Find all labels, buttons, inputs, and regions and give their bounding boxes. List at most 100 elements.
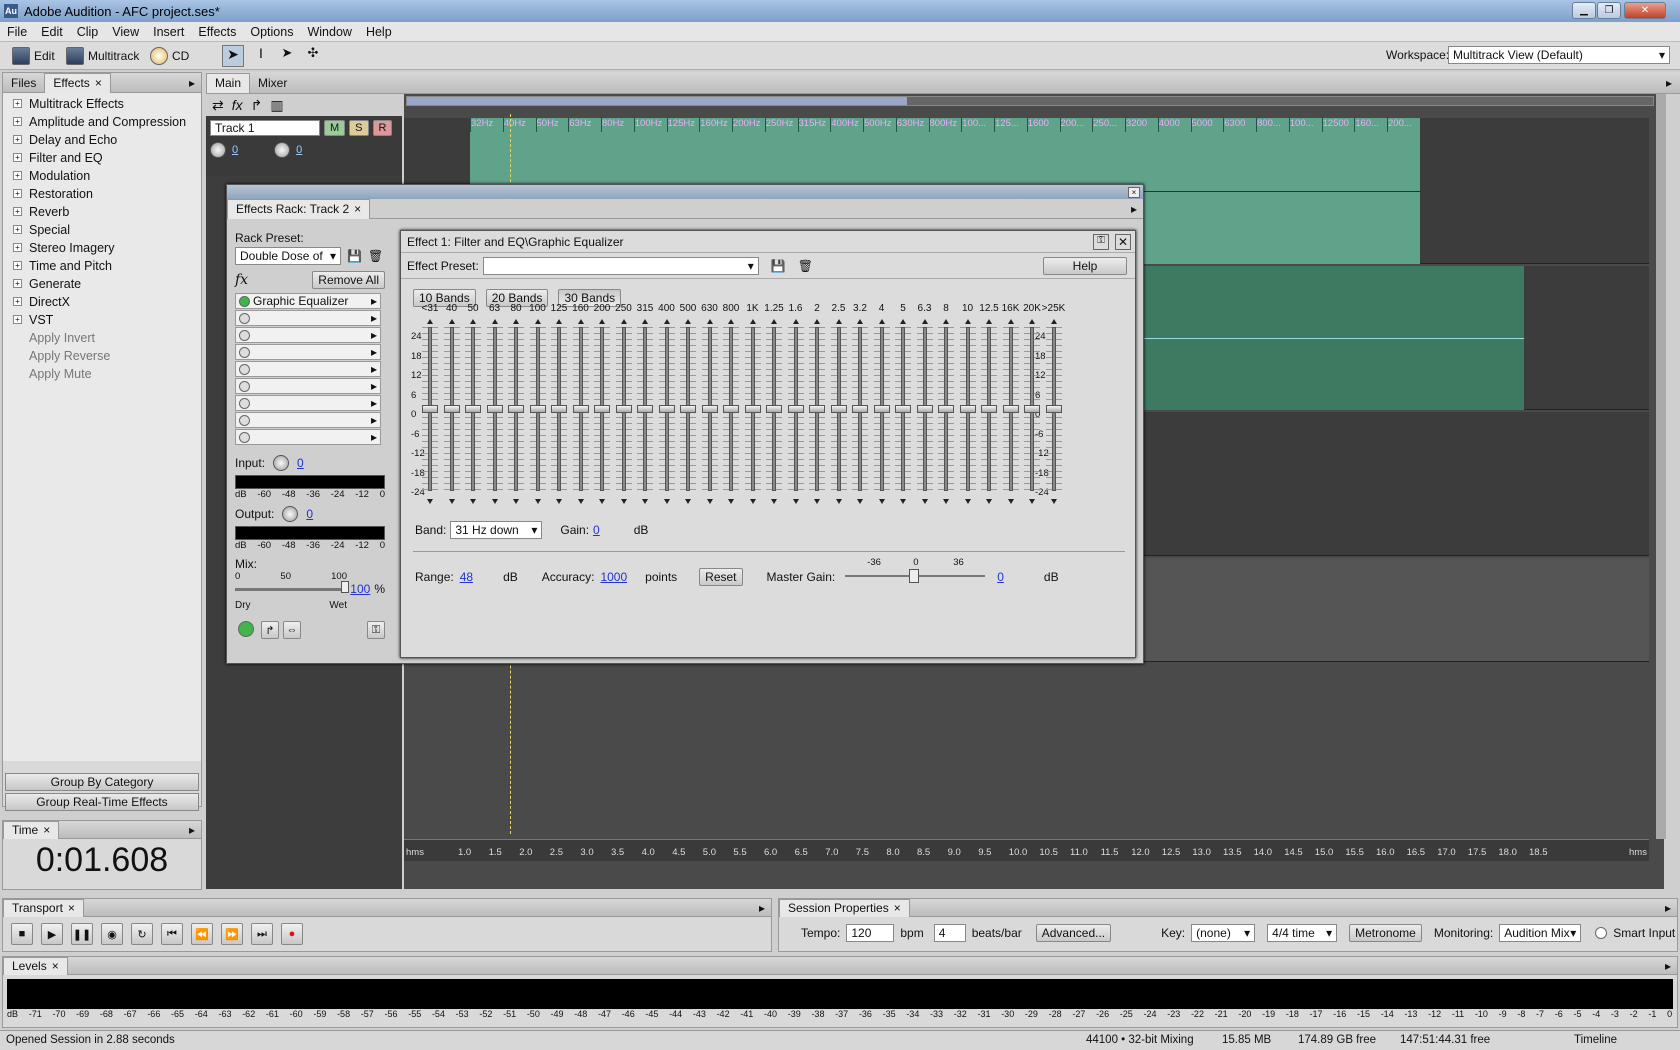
eq-band-thumb[interactable]	[508, 405, 524, 413]
tab-transport[interactable]: Transport ×	[3, 898, 84, 917]
volume-value[interactable]: 0	[232, 144, 238, 156]
eq-band-slider[interactable]	[658, 327, 675, 491]
eq-band-slider[interactable]	[873, 327, 890, 491]
effect-category-item[interactable]: + Delay and Echo	[3, 131, 201, 149]
eq-band-thumb[interactable]	[594, 405, 610, 413]
eq-band-thumb[interactable]	[744, 405, 761, 413]
eq-band-thumb[interactable]	[615, 405, 632, 413]
eq-band-thumb[interactable]	[873, 405, 890, 413]
eq-band-thumb[interactable]	[465, 405, 481, 413]
eq-band-thumb[interactable]	[830, 405, 847, 413]
eq-band-thumb[interactable]	[637, 405, 653, 413]
close-icon[interactable]: ×	[95, 76, 102, 90]
effect-category-item[interactable]: Apply Reverse	[3, 347, 201, 365]
effect-category-item[interactable]: + VST	[3, 311, 201, 329]
minimize-icon[interactable]: ▁	[1572, 2, 1596, 19]
swap-icon[interactable]: ⇄	[212, 97, 224, 114]
panel-menu-icon[interactable]: ▸	[759, 901, 765, 915]
move-tool-icon[interactable]: ➤	[222, 45, 244, 67]
menu-edit[interactable]: Edit	[34, 25, 70, 39]
close-icon[interactable]: ×	[1128, 187, 1140, 198]
lock-icon[interactable]: ⚿	[367, 621, 385, 639]
expand-icon[interactable]: +	[13, 135, 22, 144]
effect-category-item[interactable]: Apply Invert	[3, 329, 201, 347]
stop-icon[interactable]: ■	[11, 923, 33, 945]
eq-band-slider[interactable]	[1002, 327, 1019, 491]
eq-band-thumb[interactable]	[529, 405, 546, 413]
close-icon[interactable]: ×	[894, 901, 901, 915]
input-gain-knob[interactable]	[273, 455, 290, 471]
eq-band-slider[interactable]	[916, 327, 933, 491]
eq-band-thumb[interactable]	[938, 405, 954, 413]
reset-button[interactable]: Reset	[699, 568, 743, 586]
eq-band-slider[interactable]	[637, 327, 653, 491]
panel-menu-icon[interactable]: ▸	[189, 76, 195, 90]
expand-icon[interactable]: +	[13, 279, 22, 288]
eq-band-slider[interactable]	[1024, 327, 1040, 491]
mix-value[interactable]: 100	[350, 582, 370, 596]
effect-category-item[interactable]: + Reverb	[3, 203, 201, 221]
expand-icon[interactable]: +	[13, 171, 22, 180]
volume-knob[interactable]	[210, 142, 226, 158]
eq-band-slider[interactable]	[594, 327, 610, 491]
effect-category-item[interactable]: + Multitrack Effects	[3, 95, 201, 113]
power-icon[interactable]	[239, 346, 250, 358]
expand-icon[interactable]: +	[13, 243, 22, 252]
effect-category-item[interactable]: + DirectX	[3, 293, 201, 311]
send-icon[interactable]: ↱	[251, 97, 263, 114]
restore-icon[interactable]: ❐	[1597, 2, 1621, 19]
eq-band-slider[interactable]	[529, 327, 546, 491]
effect-category-item[interactable]: + Filter and EQ	[3, 149, 201, 167]
eq-band-slider[interactable]	[809, 327, 825, 491]
eq-band-thumb[interactable]	[701, 405, 718, 413]
eq-band-slider[interactable]	[959, 327, 976, 491]
go-to-start-icon[interactable]: ⏮	[161, 923, 183, 945]
eq-band-slider[interactable]	[465, 327, 481, 491]
tab-time[interactable]: Time ×	[3, 820, 60, 839]
output-gain-value[interactable]: 0	[306, 507, 313, 521]
eq-band-slider[interactable]	[486, 327, 503, 491]
master-gain-value[interactable]: 0	[997, 570, 1004, 584]
tempo-input[interactable]: 120	[846, 924, 895, 942]
cd-view-button[interactable]: CD	[150, 45, 189, 67]
workspace-select[interactable]: Multitrack View (Default) ▾	[1448, 46, 1670, 64]
go-to-end-icon[interactable]: ⏭	[251, 923, 273, 945]
eq-band-slider[interactable]	[508, 327, 524, 491]
rewind-icon[interactable]: ⏪	[191, 923, 213, 945]
effect-category-item[interactable]: Apply Mute	[3, 365, 201, 383]
eq-band-thumb[interactable]	[422, 405, 438, 413]
scrub-tool-icon[interactable]: ✣	[302, 45, 324, 67]
close-icon[interactable]: ×	[43, 823, 50, 837]
loop-icon[interactable]: ↻	[131, 923, 153, 945]
expand-icon[interactable]: +	[13, 117, 22, 126]
effect-category-item[interactable]: + Generate	[3, 275, 201, 293]
effect-category-item[interactable]: + Stereo Imagery	[3, 239, 201, 257]
close-icon[interactable]: ×	[68, 901, 75, 915]
eq-band-slider[interactable]	[572, 327, 589, 491]
mix-slider[interactable]	[235, 580, 349, 593]
eq-band-slider[interactable]	[852, 327, 868, 491]
tab-files[interactable]: Files	[3, 73, 44, 93]
rack-slot[interactable]: ▸	[235, 327, 381, 343]
mix-slider-thumb[interactable]	[341, 580, 349, 593]
expand-icon[interactable]: +	[13, 261, 22, 270]
tab-effects-rack[interactable]: Effects Rack: Track 2 ×	[227, 198, 371, 219]
record-icon[interactable]: ●	[281, 923, 303, 945]
expand-icon[interactable]: +	[13, 207, 22, 216]
menu-window[interactable]: Window	[300, 25, 358, 39]
rack-slot[interactable]: ▸	[235, 395, 381, 411]
slot-arrow-icon[interactable]: ▸	[371, 345, 377, 359]
close-icon[interactable]: ×	[52, 959, 59, 973]
expand-icon[interactable]: +	[13, 99, 22, 108]
power-icon[interactable]	[239, 380, 250, 392]
insert-icon[interactable]: ↱	[261, 621, 279, 639]
slot-arrow-icon[interactable]: ▸	[371, 311, 377, 325]
tab-mixer[interactable]: Mixer	[250, 73, 295, 93]
effect-category-item[interactable]: + Special	[3, 221, 201, 239]
panel-menu-icon[interactable]: ▸	[1665, 901, 1671, 915]
eq-band-thumb[interactable]	[787, 405, 804, 413]
menu-file[interactable]: File	[0, 25, 34, 39]
eq-band-thumb[interactable]	[981, 405, 997, 413]
tab-main[interactable]: Main	[206, 72, 251, 93]
slot-arrow-icon[interactable]: ▸	[371, 413, 377, 427]
